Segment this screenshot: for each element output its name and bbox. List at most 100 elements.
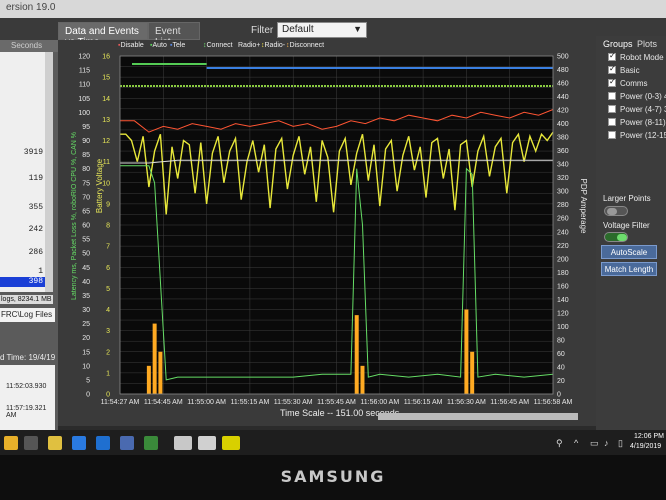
group-power-8-11[interactable]: Power (8-11) 30A [608, 118, 666, 127]
outer-y-tick-label: 35 [82, 293, 90, 300]
right-tick-label: 40 [557, 364, 565, 371]
checkbox[interactable] [608, 105, 616, 113]
filter-value: Default [282, 24, 314, 35]
y-tick-label: 13 [102, 117, 110, 124]
inbox-icon[interactable] [24, 436, 38, 450]
packet-loss-bar [360, 365, 365, 394]
checkbox[interactable] [608, 51, 616, 61]
log-viewer-icon[interactable] [198, 436, 216, 450]
group-power-0-3[interactable]: Power (0-3) 40A [608, 92, 666, 101]
tab-groups[interactable]: Groups [603, 39, 633, 49]
clock-date[interactable]: 4/19/2019 [630, 443, 661, 450]
right-tick-label: 260 [557, 216, 569, 223]
chrome-icon[interactable] [4, 436, 18, 450]
right-tick-label: 380 [557, 135, 569, 142]
checkbox[interactable] [608, 131, 616, 139]
volume-icon[interactable]: ♪ [604, 438, 609, 448]
larger-points-toggle[interactable] [604, 206, 628, 216]
outer-y-tick-label: 10 [82, 363, 90, 370]
tab-data-events[interactable]: Data and Events vs Time [58, 22, 148, 48]
right-tick-label: 500 [557, 54, 569, 61]
outer-y-tick-label: 100 [78, 110, 90, 117]
list-item[interactable]: 119 [29, 174, 43, 183]
app-icon[interactable] [144, 436, 158, 450]
checkbox[interactable] [608, 77, 616, 87]
list-scrollbar[interactable] [45, 52, 53, 292]
screen: ersion 19.0 Data and Events vs Time Even… [0, 0, 666, 455]
toggle-knob [617, 234, 627, 241]
chevron-down-icon: ▼ [353, 24, 362, 34]
monitor-frame: ersion 19.0 Data and Events vs Time Even… [0, 0, 666, 500]
checkbox[interactable] [608, 64, 616, 74]
outer-y-tick-label: 30 [82, 307, 90, 314]
legend-radio-plus: Radio+ [238, 42, 261, 49]
right-tick-label: 400 [557, 121, 569, 128]
right-tick-label: 120 [557, 310, 569, 317]
right-tick-label: 100 [557, 324, 569, 331]
autoscale-button[interactable]: AutoScale [601, 245, 657, 259]
store-icon[interactable] [96, 436, 110, 450]
y-tick-label: 15 [102, 75, 110, 82]
people-icon[interactable]: ⚲ [556, 438, 563, 449]
y-tick-label: 1 [106, 370, 110, 377]
dashboard-icon[interactable] [222, 436, 240, 450]
outer-y-tick-label: 65 [82, 208, 90, 215]
checkbox[interactable] [608, 92, 616, 100]
log-path-field[interactable]: FRC\Log Files [0, 308, 55, 322]
voltage-filter-toggle[interactable] [604, 232, 628, 242]
x-tick-label: 11:56:00 AM [360, 399, 399, 406]
checkbox[interactable] [608, 118, 616, 126]
match-length-button[interactable]: Match Length [601, 262, 657, 276]
x-tick-label: 11:54:45 AM [144, 399, 183, 406]
list-item[interactable]: 242 [29, 225, 43, 234]
list-item[interactable]: 1 [38, 267, 43, 276]
list-item[interactable]: 355 [29, 203, 43, 212]
legend-connect: ↕Connect [203, 42, 233, 49]
title-bar: ersion 19.0 [0, 0, 666, 18]
group-basic[interactable]: Basic [608, 64, 640, 75]
outer-y-tick-label: 55 [82, 237, 90, 244]
plot-area[interactable]: 0 1 2 3 4 5 6 7 8 9 10 11 12 13 14 15 16 0 5 10 15 20 25 30 35 40… [58, 40, 596, 426]
outer-y-tick-label: 60 [82, 223, 90, 230]
chevron-up-icon[interactable]: ^ [574, 438, 578, 448]
y-tick-label: 0 [106, 392, 110, 399]
group-robot-mode[interactable]: Robot Mode [608, 51, 664, 62]
y-axis-label: Battery Voltage [95, 158, 104, 213]
log-size-text: logs, 8234.1 MB [0, 295, 53, 304]
outer-y-tick-label: 90 [82, 138, 90, 145]
horizontal-scrollbar[interactable] [378, 413, 578, 420]
edge-icon[interactable] [72, 436, 86, 450]
vscode-icon[interactable] [120, 436, 134, 450]
selected-list-item[interactable]: 398 [0, 277, 45, 287]
right-tick-label: 20 [557, 378, 565, 385]
filter-select[interactable]: Default ▼ [277, 22, 367, 38]
legend-tele: ▪Tele [170, 42, 186, 49]
y-tick-label: 16 [102, 54, 110, 61]
group-power-4-7[interactable]: Power (4-7) 30A [608, 105, 666, 114]
tab-event-list[interactable]: Event List [148, 22, 200, 48]
battery-icon[interactable]: ▯ [618, 438, 623, 449]
legend-radio-minus: ↕Radio- [261, 42, 286, 49]
x-tick-label: 11:56:58 AM [534, 399, 573, 406]
outer-y-tick-label: 105 [78, 96, 90, 103]
driver-station-icon[interactable] [174, 436, 192, 450]
right-tick-label: 440 [557, 94, 569, 101]
log-list[interactable]: 3919 119 355 242 286 1 1731 [0, 52, 45, 292]
list-item[interactable]: 3919 [24, 148, 43, 157]
group-comms[interactable]: Comms [608, 77, 648, 88]
larger-points-label: Larger Points [603, 194, 651, 203]
left-panel: Seconds 3919 119 355 242 286 1 1731 398 … [0, 40, 58, 430]
network-icon[interactable]: ▭ [590, 438, 599, 449]
list-item[interactable]: 286 [29, 248, 43, 257]
x-tick-label: 11:55:45 AM [317, 399, 356, 406]
folder-icon[interactable] [48, 436, 62, 450]
data-chart[interactable]: 0123456789101112131415160510152025303540… [58, 40, 596, 407]
outer-y-tick-label: 15 [82, 349, 90, 356]
x-tick-label: 11:55:15 AM [231, 399, 270, 406]
seconds-column-header: Seconds [11, 41, 43, 50]
y-tick-label: 8 [106, 223, 110, 230]
y-axis-label: Latency ms, Packet Loss %, roboRIO CPU %… [71, 132, 78, 300]
clock-time[interactable]: 12:06 PM [634, 433, 664, 440]
tab-plots[interactable]: Plots [637, 39, 657, 49]
group-power-12-15[interactable]: Power (12-15)40A [608, 131, 666, 140]
